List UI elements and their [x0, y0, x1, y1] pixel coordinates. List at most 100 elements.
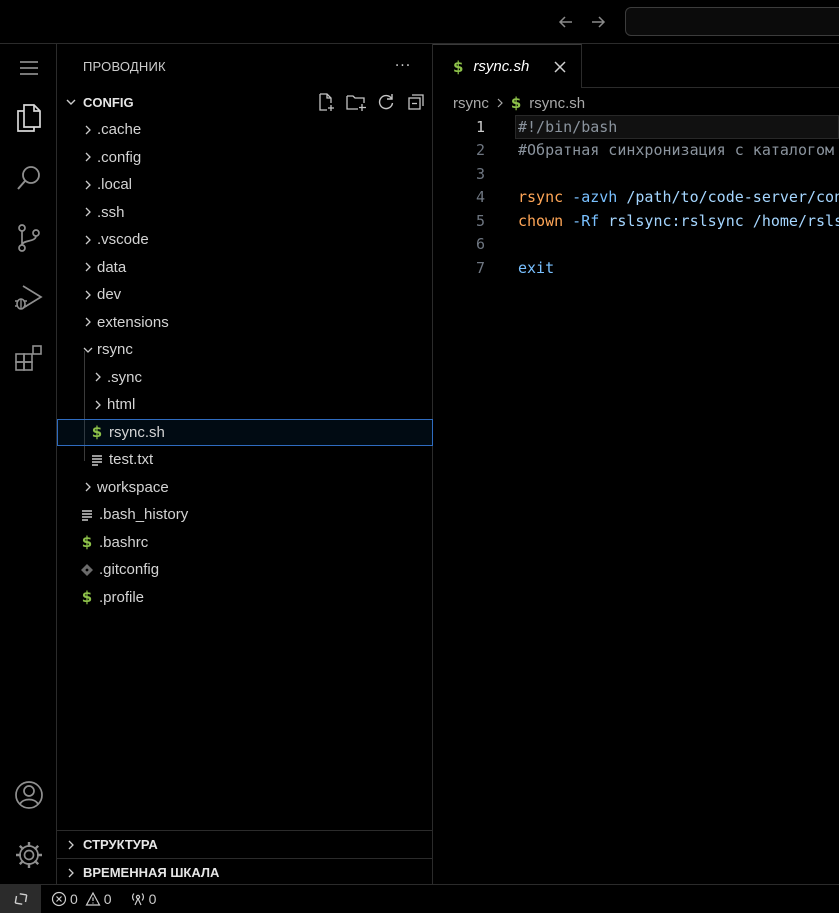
tree-item-label: .cache — [97, 121, 142, 139]
chevron-right-icon — [59, 832, 83, 858]
folder-section-header[interactable]: CONFIG — [57, 89, 433, 115]
tab-rsync-sh[interactable]: $ rsync.sh — [433, 44, 582, 88]
tree-item-vscode[interactable]: .vscode — [57, 226, 433, 254]
activity-bar — [0, 44, 57, 884]
tree-item-label: test.txt — [109, 451, 154, 469]
refresh-icon — [378, 94, 394, 110]
settings-button[interactable] — [0, 831, 57, 879]
tree-item-dev[interactable]: dev — [57, 281, 433, 309]
tree-item-ssh[interactable]: .ssh — [57, 199, 433, 227]
tab-label: rsync.sh — [473, 58, 530, 75]
tree-item-label: .profile — [99, 588, 145, 606]
tree-item-data[interactable]: data — [57, 254, 433, 282]
status-bar: 0 0 0 — [0, 884, 839, 913]
chevron-right-icon — [79, 202, 97, 222]
outline-section-header[interactable]: СТРУКТУРА — [57, 830, 433, 858]
code-text: rsync -azvh /path/to/code-server/config — [518, 188, 839, 206]
back-button[interactable] — [554, 10, 578, 34]
code-line[interactable]: 4 rsync -azvh /path/to/code-server/config — [433, 186, 839, 210]
new-file-button[interactable] — [313, 89, 339, 115]
code-line[interactable]: 1 #!/bin/bash — [433, 115, 839, 139]
tree-item-label: dev — [97, 286, 122, 304]
broadcast-icon — [131, 893, 144, 906]
shell-file-icon: $ — [91, 423, 103, 442]
warning-icon — [85, 891, 101, 906]
remote-indicator[interactable] — [0, 884, 41, 913]
menu-button[interactable] — [0, 44, 57, 92]
explorer-sidebar: ПРОВОДНИК ··· CONFIG .cache .config .loc… — [57, 44, 433, 884]
run-debug-icon — [14, 285, 43, 310]
breadcrumb-folder[interactable]: rsync — [453, 95, 489, 112]
ports-indicator[interactable]: 0 — [130, 891, 157, 907]
close-tab-button[interactable] — [549, 56, 571, 78]
code-line[interactable]: 5 chown -Rf rslsync:rslsync /home/rslsync — [433, 209, 839, 233]
more-actions-button[interactable]: ··· — [391, 54, 415, 78]
shell-file-icon: $ — [81, 588, 93, 607]
chevron-right-icon — [79, 477, 97, 497]
tree-item-config[interactable]: .config — [57, 144, 433, 172]
tree-item-workspace[interactable]: workspace — [57, 474, 433, 502]
run-debug-button[interactable] — [0, 274, 57, 322]
folder-actions — [313, 89, 429, 115]
problems-indicator[interactable]: 0 0 — [51, 891, 116, 907]
chevron-right-icon — [79, 230, 97, 250]
tree-item-label: .bashrc — [99, 533, 149, 551]
close-icon — [554, 61, 566, 73]
code-editor[interactable]: 1 #!/bin/bash 2 #Обратная синхронизация с к… — [433, 115, 839, 280]
line-number: 5 — [475, 211, 485, 230]
code-line[interactable]: 3 — [433, 162, 839, 186]
tree-item-test-txt[interactable]: test.txt — [57, 446, 433, 474]
accounts-button[interactable] — [0, 771, 57, 819]
tree-item-rsync-sh[interactable]: $ rsync.sh — [57, 418, 433, 446]
chevron-right-icon — [79, 147, 97, 167]
tree-item-gitconfig[interactable]: .gitconfig — [57, 556, 433, 584]
code-line[interactable]: 2 #Обратная синхронизация с каталогом — [433, 139, 839, 163]
chevron-right-icon — [495, 97, 505, 109]
tree-item-bashrc[interactable]: $ .bashrc — [57, 529, 433, 557]
code-text: #Обратная синхронизация с каталогом — [518, 141, 834, 159]
extensions-button[interactable] — [0, 334, 57, 382]
collapse-all-button[interactable] — [403, 89, 429, 115]
file-tree: .cache .config .local .ssh .vscode data … — [57, 116, 433, 611]
tree-item-label: .config — [97, 148, 142, 166]
tree-item-profile[interactable]: $ .profile — [57, 584, 433, 612]
tree-item-rsync[interactable]: rsync — [57, 336, 433, 364]
timeline-section-header[interactable]: ВРЕМЕННАЯ ШКАЛА — [57, 858, 433, 886]
chevron-right-icon — [79, 312, 97, 332]
tree-item-label: extensions — [97, 313, 169, 331]
code-token: -Rf — [563, 211, 600, 230]
tree-item-label: html — [107, 396, 136, 414]
tree-item-extensions[interactable]: extensions — [57, 309, 433, 337]
explorer-button[interactable] — [0, 94, 57, 142]
arrow-right-icon — [592, 16, 606, 28]
refresh-button[interactable] — [373, 89, 399, 115]
code-line[interactable]: 6 — [433, 233, 839, 257]
tree-item-sync[interactable]: .sync — [57, 364, 433, 392]
code-token: rsync — [518, 188, 564, 207]
collapse-all-icon — [408, 94, 424, 110]
ports-count: 0 — [148, 891, 157, 907]
line-number: 2 — [475, 141, 485, 160]
line-number: 3 — [475, 164, 485, 183]
tree-item-html[interactable]: html — [57, 391, 433, 419]
explorer-header: ПРОВОДНИК ··· — [57, 44, 433, 88]
code-token: /path/to/code-server/config — [626, 188, 839, 207]
tree-item-bash-history[interactable]: .bash_history — [57, 501, 433, 529]
tree-item-local[interactable]: .local — [57, 171, 433, 199]
chevron-right-icon — [79, 285, 97, 305]
source-control-button[interactable] — [0, 214, 57, 262]
menu-icon — [19, 61, 38, 75]
command-center-search[interactable] — [625, 7, 839, 36]
breadcrumb-file[interactable]: rsync.sh — [529, 95, 585, 112]
search-button[interactable] — [0, 154, 57, 202]
extensions-icon — [14, 345, 42, 371]
tree-item-label: workspace — [97, 478, 169, 496]
new-folder-button[interactable] — [343, 89, 369, 115]
code-line[interactable]: 7 exit — [433, 256, 839, 280]
chevron-down-icon — [59, 89, 83, 115]
chevron-right-icon — [79, 120, 97, 140]
code-text: chown -Rf rslsync:rslsync /home/rslsync — [518, 212, 839, 230]
new-folder-icon — [346, 95, 366, 111]
forward-button[interactable] — [586, 10, 610, 34]
tree-item-cache[interactable]: .cache — [57, 116, 433, 144]
